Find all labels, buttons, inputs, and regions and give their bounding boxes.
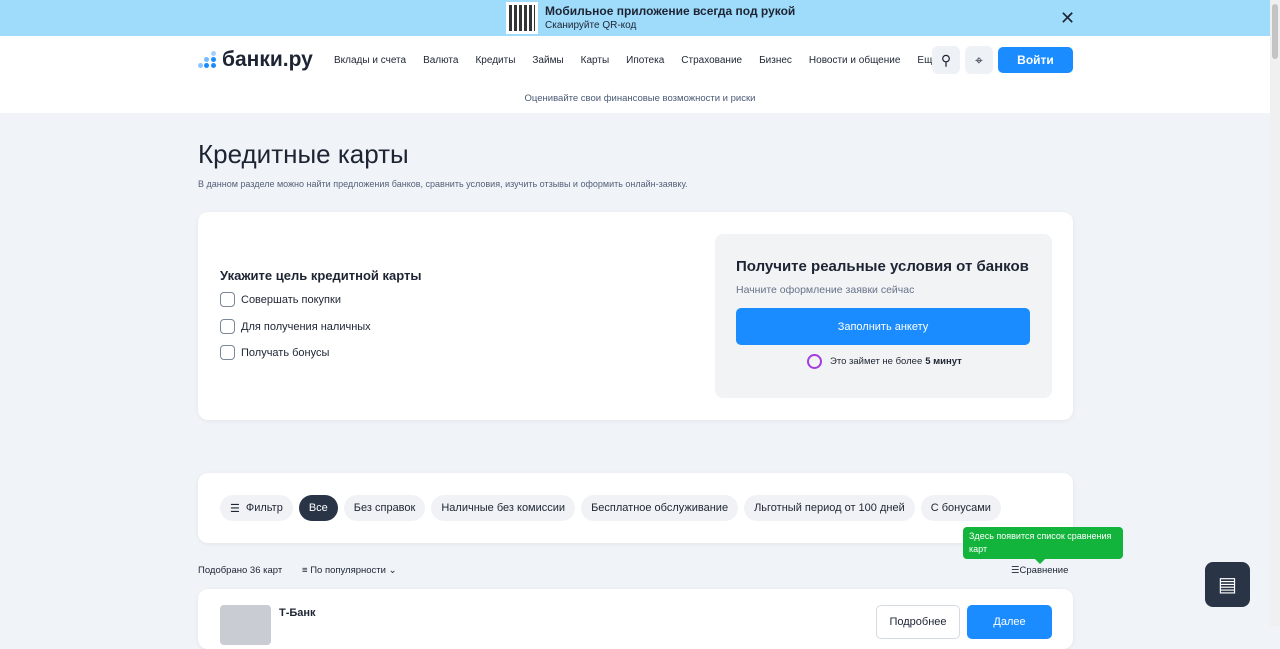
nav-item[interactable]: Карты	[581, 55, 610, 66]
main-nav: Вклады и счета Валюта Кредиты Займы Карт…	[334, 55, 955, 66]
promo-subtitle: Начните оформление заявки сейчас	[736, 284, 915, 296]
bank-offer-card: Т-Банк Подробнее Далее	[198, 589, 1073, 649]
sort-icon: ≡	[302, 565, 311, 576]
promo-title: Получите реальные условия от банков	[736, 258, 1029, 275]
chip[interactable]: Бесплатное обслуживание	[581, 495, 739, 521]
sort-dropdown[interactable]: ≡ По популярности ⌄	[302, 565, 397, 576]
nav-item[interactable]: Ипотека	[626, 55, 664, 66]
goal-checkbox[interactable]: Для получения наличных	[220, 319, 371, 334]
logo[interactable]: банки.ру	[198, 48, 313, 72]
app-banner: Мобильное приложение всегда под рукой Ск…	[0, 0, 1280, 36]
next-button[interactable]: Далее	[967, 605, 1052, 639]
sliders-icon: ☰	[230, 502, 240, 515]
page-title: Кредитные карты	[198, 139, 409, 169]
banner-subtitle: Сканируйте QR-код	[545, 20, 637, 31]
nav-item[interactable]: Валюта	[423, 55, 458, 66]
goal-checkbox[interactable]: Совершать покупки	[220, 292, 341, 307]
chat-icon[interactable]: ▤	[1205, 562, 1250, 607]
filters-card: ☰ Фильтр Все Без справок Наличные без ком…	[198, 473, 1073, 543]
chevron-down-icon: ⌄	[385, 565, 397, 576]
card-image	[220, 605, 271, 645]
goal-card: Укажите цель кредитной карты Совершать п…	[198, 212, 1073, 420]
nav-item[interactable]: Вклады и счета	[334, 55, 406, 66]
bank-name: Т-Банк	[279, 607, 316, 619]
promo-panel: Получите реальные условия от банков Начн…	[715, 234, 1052, 398]
chip-all[interactable]: Все	[298, 495, 338, 521]
fill-form-button[interactable]: Заполнить анкету	[736, 308, 1030, 345]
details-button[interactable]: Подробнее	[876, 605, 960, 639]
banner-title: Мобильное приложение всегда под рукой	[545, 4, 796, 18]
compare-icon: ☰	[1011, 565, 1020, 576]
chip[interactable]: Льготный период от 100 дней	[744, 495, 915, 521]
location-icon[interactable]: ⌖	[965, 46, 993, 74]
compare-tooltip: Здесь появится список сравнения карт	[963, 527, 1123, 564]
nav-item[interactable]: Займы	[532, 55, 563, 66]
logo-dots-icon	[198, 51, 216, 69]
chip[interactable]: С бонусами	[920, 495, 1001, 521]
nav-item[interactable]: Кредиты	[475, 55, 515, 66]
goal-checkbox[interactable]: Получать бонусы	[220, 345, 329, 360]
results-count: Подобрано 36 карт	[198, 565, 283, 576]
nav-item[interactable]: Бизнес	[759, 55, 792, 66]
scrollbar[interactable]	[1270, 0, 1280, 626]
clock-icon	[807, 354, 822, 369]
chip[interactable]: Без справок	[343, 495, 426, 521]
logo-text: банки.ру	[222, 48, 313, 71]
nav-item[interactable]: Новости и общение	[809, 55, 901, 66]
filter-button[interactable]: ☰ Фильтр	[220, 495, 293, 521]
nav-item[interactable]: Страхование	[681, 55, 742, 66]
login-button[interactable]: Войти	[998, 47, 1073, 73]
search-icon[interactable]: ⚲	[932, 46, 960, 74]
header-subline[interactable]: Оценивайте свои финансовые возможности и…	[0, 93, 1280, 104]
compare-button[interactable]: ☰Сравнение	[1011, 565, 1068, 576]
page-description: В данном разделе можно найти предложения…	[198, 179, 688, 189]
promo-note: Это займет не более 5 минут	[807, 354, 962, 369]
goal-title: Укажите цель кредитной карты	[220, 268, 422, 283]
qr-code	[506, 2, 538, 34]
header: банки.ру Вклады и счета Валюта Кредиты З…	[0, 36, 1280, 113]
close-icon[interactable]: ✕	[1060, 8, 1075, 29]
chip[interactable]: Наличные без комиссии	[431, 495, 576, 521]
